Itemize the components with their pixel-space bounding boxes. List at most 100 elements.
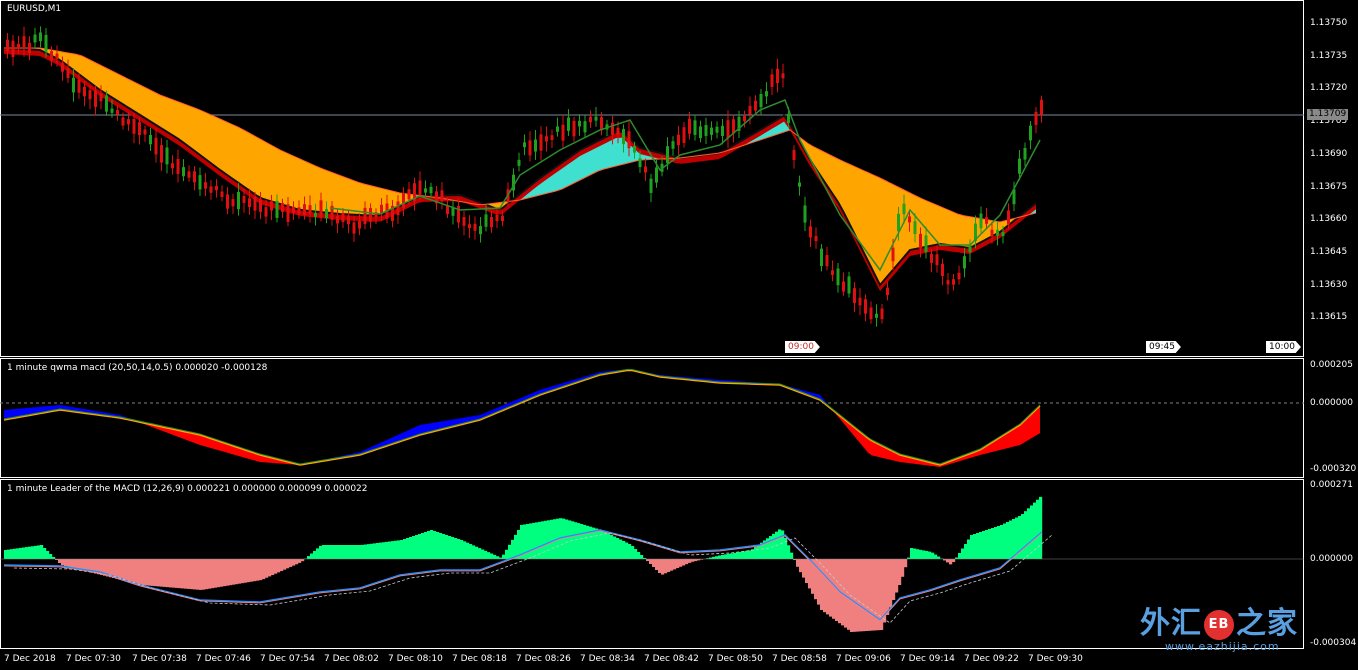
histogram-bar <box>154 559 158 587</box>
candle-body <box>50 51 53 61</box>
histogram-bar <box>742 551 746 559</box>
histogram-bar <box>1030 505 1034 559</box>
histogram-bar <box>490 553 494 559</box>
histogram-bar <box>70 559 74 568</box>
histogram-bar <box>325 545 329 559</box>
histogram-bar <box>577 523 581 559</box>
histogram-bar <box>301 559 305 562</box>
histogram-bar <box>442 534 446 559</box>
histogram-bar <box>235 559 239 585</box>
histogram-bar <box>130 559 134 583</box>
candle-body <box>473 223 477 231</box>
histogram-bar <box>676 559 680 569</box>
histogram-bar <box>532 522 536 559</box>
histogram-bar <box>994 527 998 559</box>
candle-body <box>165 147 169 165</box>
histogram-bar <box>223 559 227 587</box>
histogram-bar <box>967 539 971 559</box>
histogram-bar <box>175 559 179 588</box>
candle-body <box>638 158 642 168</box>
histogram-bar <box>829 559 833 617</box>
histogram-bar <box>886 559 890 615</box>
histogram-bar <box>430 530 434 559</box>
candle-body <box>875 313 878 318</box>
histogram-bar <box>718 555 722 559</box>
candle-body <box>226 194 229 209</box>
histogram-bar <box>1021 514 1025 559</box>
histogram-bar <box>469 544 473 559</box>
histogram-bar <box>637 552 641 559</box>
price-tick: 1.13720 <box>1310 83 1348 94</box>
candle-body <box>550 135 554 141</box>
candle-body <box>941 263 944 277</box>
histogram-bar <box>946 559 950 563</box>
candle-body <box>446 205 449 214</box>
histogram-bar <box>787 545 791 559</box>
histogram-bar <box>853 559 857 632</box>
candle-body <box>715 126 719 133</box>
histogram-bar <box>535 522 539 559</box>
histogram-bar <box>493 554 497 559</box>
leader-axis-bottom: -0.000304 <box>1310 638 1357 648</box>
time-label: 7 Dec 08:42 <box>644 654 699 664</box>
candle-body <box>88 90 92 100</box>
histogram-bar <box>427 531 431 559</box>
time-label: 7 Dec 08:18 <box>452 654 507 664</box>
histogram-bar <box>208 559 212 589</box>
price-tick: 1.13735 <box>1310 50 1348 61</box>
histogram-bar <box>646 559 650 561</box>
histogram-bar <box>25 547 29 559</box>
histogram-bar <box>331 545 335 559</box>
candle-body <box>297 207 301 215</box>
histogram-bar <box>385 541 389 559</box>
histogram-bar <box>271 559 275 576</box>
histogram-bar <box>628 544 632 559</box>
candle-body <box>627 131 631 149</box>
candle-body <box>154 137 158 155</box>
histogram-bar <box>151 559 155 586</box>
histogram-bar <box>421 533 425 559</box>
candle-body <box>908 216 911 223</box>
candle-body <box>979 213 983 229</box>
histogram-bar <box>328 545 332 559</box>
histogram-bar <box>655 559 659 570</box>
histogram-bar <box>976 533 980 559</box>
histogram-bar <box>670 559 674 571</box>
histogram-bar <box>220 559 224 587</box>
histogram-bar <box>67 559 71 567</box>
histogram-bar <box>727 553 731 559</box>
histogram-bar <box>355 545 359 559</box>
histogram-bar <box>832 559 836 619</box>
histogram-bar <box>514 534 518 559</box>
candle-body <box>814 236 818 242</box>
histogram-bar <box>661 559 665 575</box>
histogram-bar <box>310 553 314 559</box>
histogram-bar <box>739 551 743 559</box>
candle-body <box>561 124 565 141</box>
histogram-bar <box>667 559 671 572</box>
candle-body <box>809 226 812 238</box>
histogram-bar <box>322 545 326 559</box>
histogram-bar <box>889 559 893 608</box>
histogram-bar <box>238 559 242 584</box>
histogram-bar <box>904 559 908 568</box>
histogram-bar <box>388 541 392 559</box>
histogram-bar <box>34 545 38 559</box>
histogram-bar <box>445 535 449 559</box>
time-label: 7 Dec 07:46 <box>196 654 251 664</box>
candle-body <box>1001 232 1005 237</box>
price-tick: 1.13690 <box>1310 148 1348 159</box>
histogram-bar <box>406 538 410 559</box>
histogram-bar <box>859 559 863 632</box>
histogram-bar <box>346 545 350 559</box>
candle-body <box>820 248 823 267</box>
candle-body <box>347 215 350 225</box>
histogram-bar <box>805 559 809 583</box>
histogram-bar <box>487 552 491 559</box>
candle-body <box>957 272 961 280</box>
histogram-bar <box>64 559 68 566</box>
histogram-bar <box>529 523 533 559</box>
leader-axis-zero: 0.000000 <box>1310 554 1353 564</box>
candle-body <box>275 201 279 218</box>
histogram-bar <box>922 550 926 559</box>
